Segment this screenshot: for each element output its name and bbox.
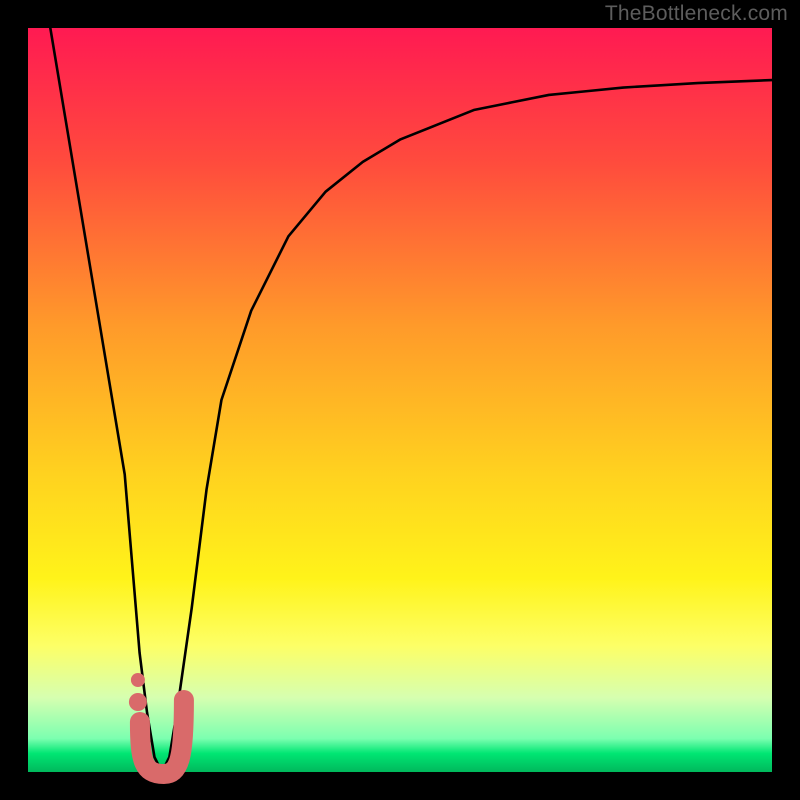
- optimal-marker-dot: [131, 673, 145, 687]
- optimal-marker-dot: [129, 693, 147, 711]
- chart-stage: TheBottleneck.com: [0, 0, 800, 800]
- chart-svg: [0, 0, 800, 800]
- watermark-text: TheBottleneck.com: [605, 2, 788, 26]
